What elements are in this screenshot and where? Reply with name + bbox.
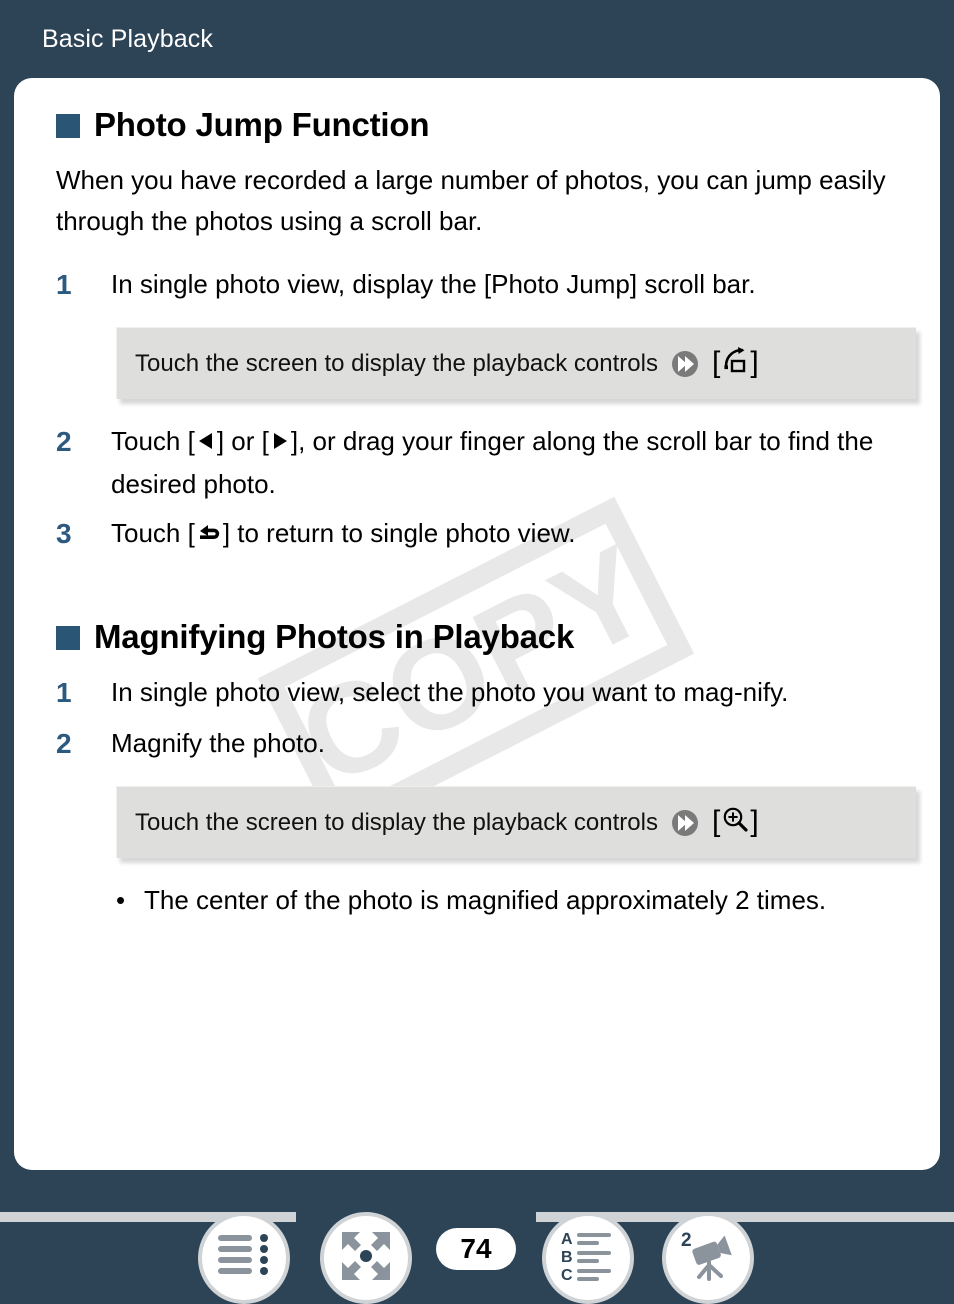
right-triangle-icon (269, 423, 291, 464)
intro-paragraph: When you have recorded a large number of… (56, 165, 886, 236)
step-item: 2 Touch [] or [], or drag your finger al… (56, 421, 900, 505)
list-lines-icon (216, 1231, 272, 1286)
bullet-text: The center of the photo is magnified app… (144, 885, 827, 915)
double-chevron-circle-icon (670, 808, 700, 838)
four-arrows-expand-icon (339, 1229, 393, 1288)
instruction-box-text: Touch the screen to display the playback… (135, 808, 658, 836)
svg-text:C: C (561, 1267, 573, 1282)
step-text-after: ] to return to single photo view. (222, 518, 576, 548)
step-item: 1 In single photo view, display the [Pho… (56, 264, 900, 305)
bullet-marker: • (116, 885, 126, 915)
abc-index-icon: A B C (559, 1230, 617, 1287)
section-photo-jump: Photo Jump Function When you have record… (56, 106, 916, 556)
nav-rail-gap (296, 1212, 536, 1222)
step-text: Touch [] or [], or drag your finger alon… (111, 421, 900, 505)
quick-reference-button[interactable] (320, 1212, 412, 1304)
photo-jump-icon (721, 346, 749, 381)
step-number: 2 (56, 426, 72, 457)
bracket-open: [ (711, 804, 721, 838)
svg-text:B: B (561, 1249, 573, 1266)
square-bullet-icon (56, 626, 80, 650)
alphabetical-index-button[interactable]: A B C (542, 1212, 634, 1304)
list-item: • The center of the photo is magnified a… (116, 880, 900, 921)
bracket-close: ] (750, 804, 759, 838)
section-heading-magnifying: Magnifying Photos in Playback (56, 618, 900, 656)
magnify-action: [ ] (712, 805, 759, 840)
camcorder-button[interactable]: 2 (662, 1212, 754, 1304)
section-magnifying-photos: Magnifying Photos in Playback 1 In singl… (56, 618, 916, 921)
step-item: 2 Magnify the photo. (56, 723, 900, 764)
step-text-before: Touch [ (111, 426, 195, 456)
step-number: 3 (56, 518, 72, 549)
section-heading-photo-jump: Photo Jump Function (56, 106, 900, 144)
step-text: Touch [ ] to return to single photo view. (111, 513, 900, 556)
step-text: In single photo view, select the photo y… (111, 677, 789, 707)
left-triangle-icon (195, 423, 217, 464)
bracket-open: [ (711, 345, 721, 379)
page-title: Basic Playback (42, 24, 213, 53)
running-header: Basic Playback (0, 0, 954, 78)
instruction-box[interactable]: Touch the screen to display the playback… (116, 786, 916, 858)
content-card: COPY Photo Jump Function When you have r… (14, 78, 940, 1170)
square-bullet-icon (56, 114, 80, 138)
instruction-box-text: Touch the screen to display the playback… (135, 349, 658, 377)
step-item: 3 Touch [ ] to return to single photo vie… (56, 513, 900, 556)
table-of-contents-button[interactable] (198, 1212, 290, 1304)
bottom-navigation: 74 A B C 2 (0, 1170, 954, 1304)
magnify-plus-icon (721, 805, 749, 840)
svg-text:A: A (561, 1231, 573, 1248)
step-text-mid: ] or [ (216, 426, 269, 456)
photo-jump-action: [ ] (712, 346, 759, 381)
step-number: 1 (56, 677, 72, 708)
page-number-badge: 74 (436, 1228, 516, 1270)
step-text-before: Touch [ (111, 518, 195, 548)
instruction-box-wrapper: Touch the screen to display the playback… (116, 786, 916, 858)
svg-text:2: 2 (681, 1230, 692, 1251)
section-heading-label: Photo Jump Function (94, 106, 430, 143)
bracket-close: ] (750, 345, 759, 379)
step-text: Magnify the photo. (111, 728, 325, 758)
return-arrow-icon (195, 515, 223, 556)
double-chevron-circle-icon (670, 349, 700, 379)
step-text: In single photo view, display the [Photo… (111, 269, 756, 299)
instruction-box[interactable]: Touch the screen to display the playback… (116, 327, 916, 399)
instruction-box-wrapper: Touch the screen to display the playback… (116, 327, 916, 399)
step-number: 2 (56, 728, 72, 759)
section-heading-label: Magnifying Photos in Playback (94, 618, 575, 655)
camcorder-2-icon: 2 (679, 1229, 737, 1288)
step-item: 1 In single photo view, select the photo… (56, 672, 900, 713)
step-number: 1 (56, 269, 72, 300)
